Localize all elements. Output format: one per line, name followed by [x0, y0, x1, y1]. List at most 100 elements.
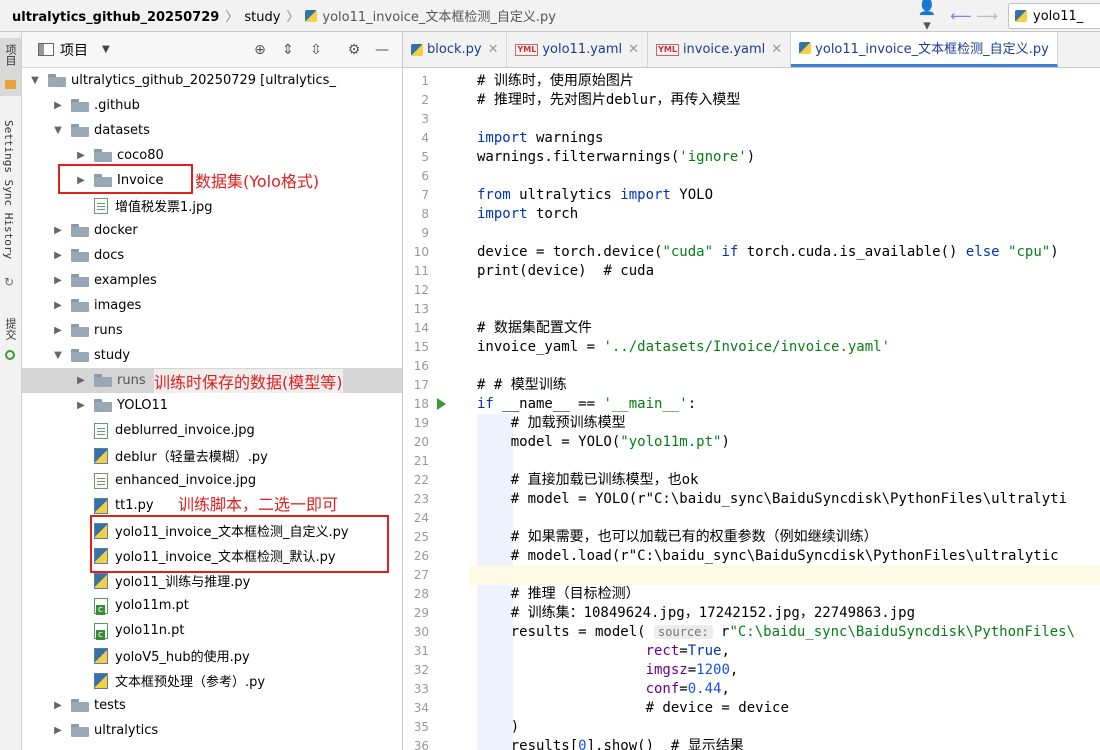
tree-file[interactable]: deblurred_invoice.jpg [22, 418, 402, 443]
settings-sync-tab[interactable]: Settings Sync History [2, 120, 15, 259]
line-number: 24 [413, 511, 429, 525]
code-line: if __name__ == '__main__': [477, 396, 697, 412]
tree-folder[interactable]: ▶ ultralytics [22, 718, 402, 743]
line-number: 35 [413, 720, 429, 734]
tree-file[interactable]: 文本框预处理（参考）.py [22, 668, 402, 693]
tree-item-label: ultralytics [94, 723, 159, 738]
chevron-right-icon[interactable]: ▶ [51, 275, 65, 286]
annotation-runs: 训练时保存的数据(模型等) [154, 369, 343, 393]
code-line: import torch [477, 206, 579, 222]
line-number: 34 [413, 701, 429, 715]
chevron-right-icon[interactable]: ▶ [74, 400, 88, 411]
line-number: 27 [413, 568, 429, 582]
tree-folder[interactable]: ▶ images [22, 293, 402, 318]
annotation-scripts: 训练脚本，二选一即可 [178, 491, 339, 515]
chevron-down-icon[interactable]: ▼ [102, 44, 110, 55]
close-icon[interactable]: ✕ [488, 42, 499, 57]
code-line: conf=0.44, [645, 681, 730, 697]
editor-tab[interactable]: block.py ✕ [403, 32, 508, 67]
tree-file[interactable]: 增值税发票1.jpg [22, 193, 402, 218]
commit-tab[interactable]: 提交 [2, 318, 18, 340]
breadcrumb-file[interactable]: yolo11_invoice_文本框检测_自定义.py [322, 10, 556, 25]
code-line: from ultralytics import YOLO [477, 187, 714, 203]
expand-all-icon[interactable]: ⇕ [274, 42, 302, 58]
chevron-down-icon[interactable]: ▼ [51, 125, 65, 136]
run-icon[interactable] [437, 398, 446, 410]
tree-folder[interactable]: ▼ ultralytics_github_20250729 [ultralytic… [22, 68, 402, 93]
code-line: # 训练集：10849624.jpg，17242152.jpg，22749863… [510, 605, 916, 621]
chevron-right-icon[interactable]: ▶ [51, 225, 65, 236]
chevron-right-icon[interactable]: ▶ [51, 300, 65, 311]
folder-icon [71, 249, 89, 262]
tree-folder[interactable]: ▶ YOLO11 [22, 393, 402, 418]
folder-icon [71, 699, 89, 712]
tree-item-label: examples [94, 273, 157, 288]
chevron-right-icon[interactable]: ▶ [51, 325, 65, 336]
project-tab-label[interactable]: 项目 [2, 44, 18, 66]
line-number: 20 [413, 435, 429, 449]
code-line: # # 模型训练 [477, 377, 567, 393]
close-icon[interactable]: ✕ [628, 42, 639, 57]
tree-folder[interactable]: ▶ docker [22, 218, 402, 243]
chevron-down-icon[interactable]: ▼ [51, 350, 65, 361]
tree-item-label: deblurred_invoice.jpg [115, 423, 255, 438]
chevron-right-icon[interactable]: ▶ [51, 250, 65, 261]
back-arrow-icon[interactable]: ⟵ [948, 7, 974, 25]
python-file-icon [305, 10, 318, 22]
line-number: 29 [413, 606, 429, 620]
editor-tab[interactable]: YML invoice.yaml ✕ [648, 32, 792, 67]
chevron-right-icon[interactable]: ▶ [74, 375, 88, 386]
project-panel-title[interactable]: 项目 [60, 40, 88, 60]
tree-folder[interactable]: ▼ datasets [22, 118, 402, 143]
line-number: 7 [421, 188, 429, 202]
commit-icon [5, 350, 15, 360]
chevron-right-icon[interactable]: ▶ [74, 150, 88, 161]
line-number: 9 [421, 226, 429, 240]
tree-folder[interactable]: ▶ tests [22, 693, 402, 718]
tree-folder[interactable]: ▶ .github [22, 93, 402, 118]
gear-icon[interactable]: ⚙ [340, 42, 368, 58]
editor-tab[interactable]: YML yolo11.yaml ✕ [507, 32, 649, 67]
folder-icon [94, 399, 112, 412]
code-line: rect=True, [645, 643, 730, 659]
locate-file-icon[interactable]: ⊕ [246, 42, 274, 58]
tree-folder[interactable]: ▶ runs [22, 318, 402, 343]
tree-file[interactable]: yoloV5_hub的使用.py [22, 643, 402, 668]
chevron-right-icon[interactable]: ▶ [51, 725, 65, 736]
collapse-all-icon[interactable]: ⇳ [302, 42, 330, 58]
editor-tab-bar: block.py ✕ YML yolo11.yaml ✕ YML invoice.yaml ✕… [403, 32, 1100, 68]
breadcrumb-folder[interactable]: study [244, 10, 280, 25]
chevron-down-icon[interactable]: ▼ [28, 75, 42, 86]
code-line: results = model( source: r"C:\baidu_sync… [477, 624, 1076, 640]
tree-folder[interactable]: ▼ study [22, 343, 402, 368]
line-number: 31 [413, 644, 429, 658]
line-number: 14 [413, 321, 429, 335]
chevron-right-icon[interactable]: ▶ [51, 700, 65, 711]
tree-item-label: docker [94, 223, 138, 238]
forward-arrow-icon[interactable]: ⟶ [974, 7, 1000, 25]
line-number: 23 [413, 492, 429, 506]
tree-item-label: deblur（轻量去模糊）.py [115, 450, 268, 465]
tree-folder[interactable]: ▶ examples [22, 268, 402, 293]
tree-file[interactable]: yolo11m.pt [22, 593, 402, 618]
tree-file[interactable]: yolo11n.pt [22, 618, 402, 643]
tree-item-label: 增值税发票1.jpg [115, 200, 213, 215]
tree-item-label: runs [94, 323, 123, 338]
code-line: # device = device [645, 700, 789, 716]
chevron-right-icon[interactable]: ▶ [51, 100, 65, 111]
run-configuration-select[interactable]: yolo11_ [1008, 3, 1100, 29]
editor-tab[interactable]: yolo11_invoice_文本框检测_自定义.py [791, 32, 1058, 67]
folder-icon [71, 724, 89, 737]
line-number: 15 [413, 340, 429, 354]
user-icon[interactable]: 👤▾ [914, 0, 940, 34]
line-number: 17 [413, 378, 429, 392]
tree-item-label: coco80 [117, 148, 164, 163]
close-icon[interactable]: ✕ [771, 42, 782, 57]
tree-item-label: yolo11n.pt [115, 623, 185, 638]
tree-file[interactable]: deblur（轻量去模糊）.py [22, 443, 402, 468]
tree-folder[interactable]: ▶ docs [22, 243, 402, 268]
tree-item-label: docs [94, 248, 125, 263]
breadcrumb-project[interactable]: ultralytics_github_20250729 [12, 10, 219, 25]
tree-file[interactable]: enhanced_invoice.jpg [22, 468, 402, 493]
minimize-icon[interactable]: — [368, 42, 396, 58]
